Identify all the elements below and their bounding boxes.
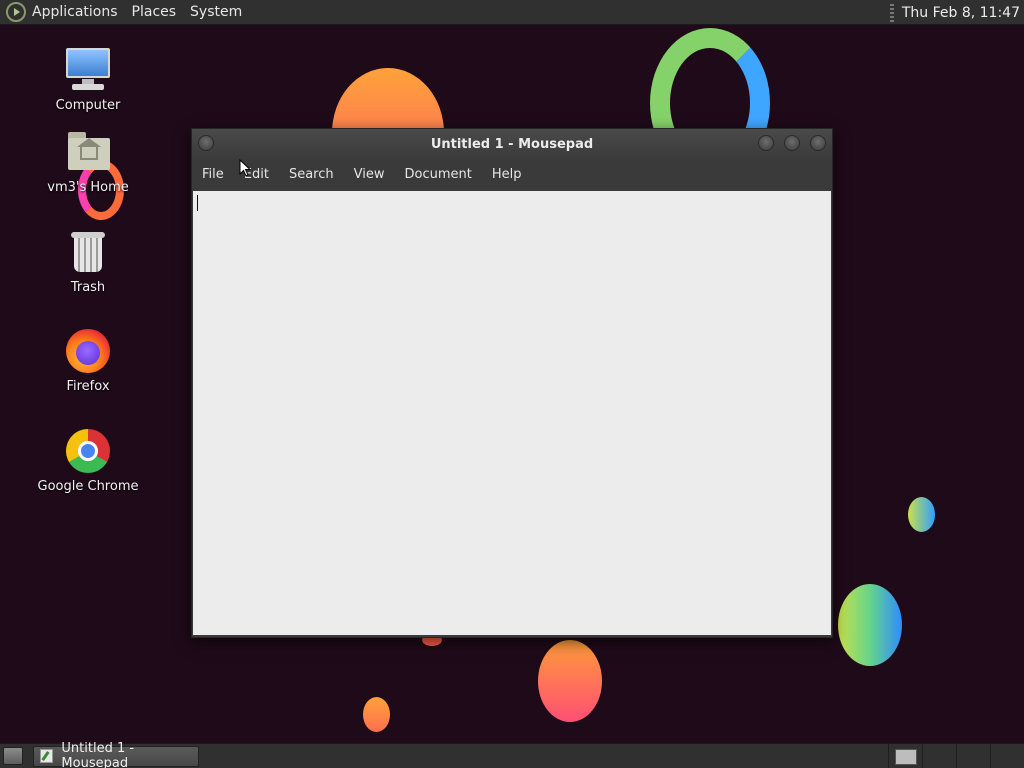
wallpaper-shape	[838, 584, 902, 666]
workspace-3[interactable]	[956, 744, 990, 768]
computer-icon	[64, 46, 112, 94]
workspace-2[interactable]	[922, 744, 956, 768]
menu-view[interactable]: View	[354, 167, 385, 182]
top-panel: Applications Places System Thu Feb 8, 11…	[0, 0, 1024, 25]
window-menubar: File Edit Search View Document Help	[192, 159, 832, 190]
workspace-1[interactable]	[888, 744, 922, 768]
maximize-button[interactable]	[784, 135, 800, 151]
menu-help[interactable]: Help	[492, 167, 522, 182]
desktop-icon-label: Firefox	[66, 379, 110, 394]
wallpaper-shape	[908, 497, 935, 532]
window-title: Untitled 1 - Mousepad	[430, 136, 594, 152]
text-editor-area[interactable]	[193, 191, 831, 635]
window-titlebar[interactable]: Untitled 1 - Mousepad	[192, 129, 832, 159]
wallpaper-shape	[363, 697, 390, 732]
menu-search[interactable]: Search	[289, 167, 334, 182]
menu-places[interactable]: Places	[132, 4, 177, 20]
taskbar-item-mousepad[interactable]: Untitled 1 - Mousepad	[33, 741, 199, 768]
menu-document[interactable]: Document	[404, 167, 471, 182]
mousepad-window: Untitled 1 - Mousepad File Edit Search V…	[191, 128, 833, 638]
desktop-icon-trash[interactable]: Trash	[33, 228, 143, 295]
show-desktop-icon[interactable]	[3, 747, 23, 765]
desktop-icon-label: vm3's Home	[47, 180, 129, 195]
bottom-panel: Untitled 1 - Mousepad	[0, 741, 1024, 768]
desktop-icon-home[interactable]: vm3's Home	[33, 128, 143, 195]
menu-file[interactable]: File	[202, 167, 224, 182]
distro-logo-icon[interactable]	[6, 2, 26, 22]
window-menu-button[interactable]	[198, 135, 214, 151]
trash-icon	[64, 228, 112, 276]
panel-grip-icon[interactable]	[889, 3, 894, 22]
chrome-icon	[64, 427, 112, 475]
close-button[interactable]	[810, 135, 826, 151]
workspace-4[interactable]	[990, 744, 1024, 768]
desktop-icon-computer[interactable]: Computer	[33, 46, 143, 113]
desktop-icon-label: Google Chrome	[37, 479, 139, 494]
desktop-icon-chrome[interactable]: Google Chrome	[33, 427, 143, 494]
firefox-icon	[64, 327, 112, 375]
desktop-icon-label: Trash	[70, 280, 106, 295]
desktop-icon-firefox[interactable]: Firefox	[33, 327, 143, 394]
mousepad-icon	[40, 749, 54, 763]
taskbar-item-label: Untitled 1 - Mousepad	[61, 741, 135, 768]
mouse-pointer-icon	[239, 159, 251, 177]
home-folder-icon	[64, 128, 112, 176]
minimize-button[interactable]	[758, 135, 774, 151]
clock[interactable]: Thu Feb 8, 11:47	[902, 5, 1020, 21]
clock-area: Thu Feb 8, 11:47	[889, 0, 1024, 25]
text-caret	[197, 195, 198, 211]
desktop-icon-label: Computer	[55, 98, 121, 113]
workspace-switcher	[888, 744, 1024, 768]
menu-system[interactable]: System	[190, 4, 242, 20]
wallpaper-shape	[538, 640, 602, 722]
menu-applications[interactable]: Applications	[32, 4, 118, 20]
